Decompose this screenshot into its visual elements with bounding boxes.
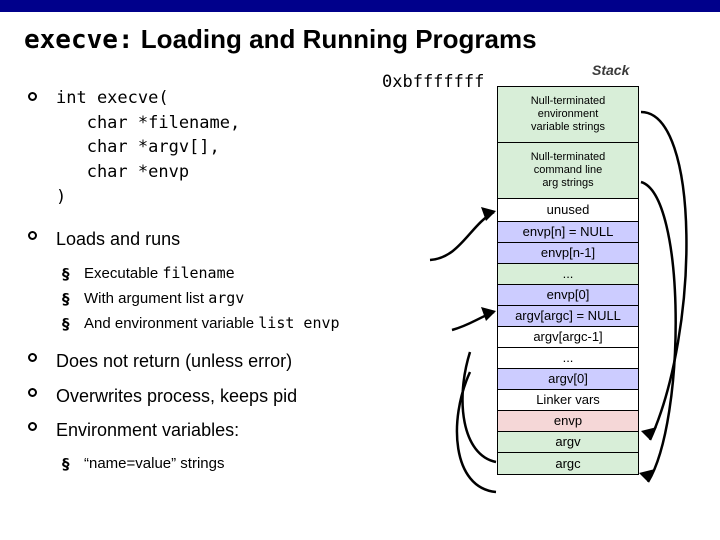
bullet-sub-text: Executable [84,264,163,282]
bullet-sub-text: With argument list [84,289,209,307]
bullet-sub-item: § “name=value” strings [22,452,482,475]
stack-diagram: Null-terminated environment variable str… [497,86,639,475]
stack-cell: envp [498,411,638,432]
bullet-sub-code: argv [208,288,245,307]
stack-cell-label: ... [562,266,574,282]
stack-cell: ... [498,264,638,285]
circle-bullet-icon [28,231,37,241]
stack-cell-label: argv [555,434,581,450]
stack-cell: envp[0] [498,285,638,306]
bullet-item: Loads and runs [22,227,482,251]
stack-cell-label: argv[argc] = NULL [515,308,621,324]
circle-bullet-icon [28,387,37,397]
bullet-item: Does not return (unless error) [22,349,482,373]
page-title-mono: execve: [24,25,134,55]
page-title-rest: Loading and Running Programs [133,24,537,54]
stack-cell: argv [498,432,638,453]
section-marker-icon: § [62,315,70,333]
bullet-text: Loads and runs [56,229,181,250]
bullet-text: Environment variables: [56,419,240,440]
bullet-item: Environment variables: [22,418,482,442]
stack-cell: envp[n-1] [498,243,638,264]
stack-cell: Linker vars [498,390,638,411]
stack-cell: ... [498,348,638,369]
bullet-text: int execve( char *filename, char *argv[]… [56,88,241,207]
stack-cell-label: unused [546,202,590,218]
bullet-sub-item: § And environment variable list envp [22,312,482,335]
stack-cell-label: ... [562,350,574,366]
bullet-sub-code: list envp [258,314,340,332]
stack-cell: argc [498,453,638,474]
stack-cell-label: envp[0] [546,287,590,303]
bullet-sub-item: § Executable filename [22,262,482,285]
bullet-item: Overwrites process, keeps pid [22,384,482,408]
bullet-sub-item: § With argument list argv [22,287,482,310]
stack-cell-label: argc [555,455,581,471]
bullet-text: Overwrites process, keeps pid [56,385,298,406]
bullet-list: int execve( char *filename, char *argv[]… [22,88,482,477]
stack-cell-label: envp [553,413,583,429]
section-marker-icon: § [62,264,70,283]
stack-cell: argv[0] [498,369,638,390]
stack-cell-label: argv[argc-1] [533,329,603,345]
stack-cell: unused [498,199,638,222]
stack-cell: Null-terminated command line arg strings [498,143,638,199]
stack-cell: argv[argc] = NULL [498,306,638,327]
section-marker-icon: § [62,455,70,474]
stack-cell-label: argv[0] [548,371,588,387]
bullet-sub-text: “name=value” strings [84,455,225,473]
bullet-sub-text: And environment variable [84,315,259,332]
circle-bullet-icon [28,421,37,431]
stack-cell-label: Null-terminated environment variable str… [530,94,606,134]
circle-bullet-icon [28,92,37,101]
stack-caption: Stack [592,62,630,78]
stack-cell-label: Null-terminated command line arg strings [530,150,606,190]
stack-cell-label: envp[n-1] [540,245,596,261]
circle-bullet-icon [28,353,37,363]
top-banner [0,0,720,12]
section-marker-icon: § [62,289,70,308]
bullet-item: int execve( char *filename, char *argv[]… [22,88,482,209]
stack-cell: Null-terminated environment variable str… [498,87,638,143]
page-title: execve: Loading and Running Programs [24,24,537,55]
bullet-sub-code: filename [162,263,235,282]
stack-cell: argv[argc-1] [498,327,638,348]
bullet-text: Does not return (unless error) [56,351,293,372]
stack-cell-label: Linker vars [536,392,600,408]
stack-cell-label: envp[n] = NULL [522,224,614,240]
stack-cell: envp[n] = NULL [498,222,638,243]
